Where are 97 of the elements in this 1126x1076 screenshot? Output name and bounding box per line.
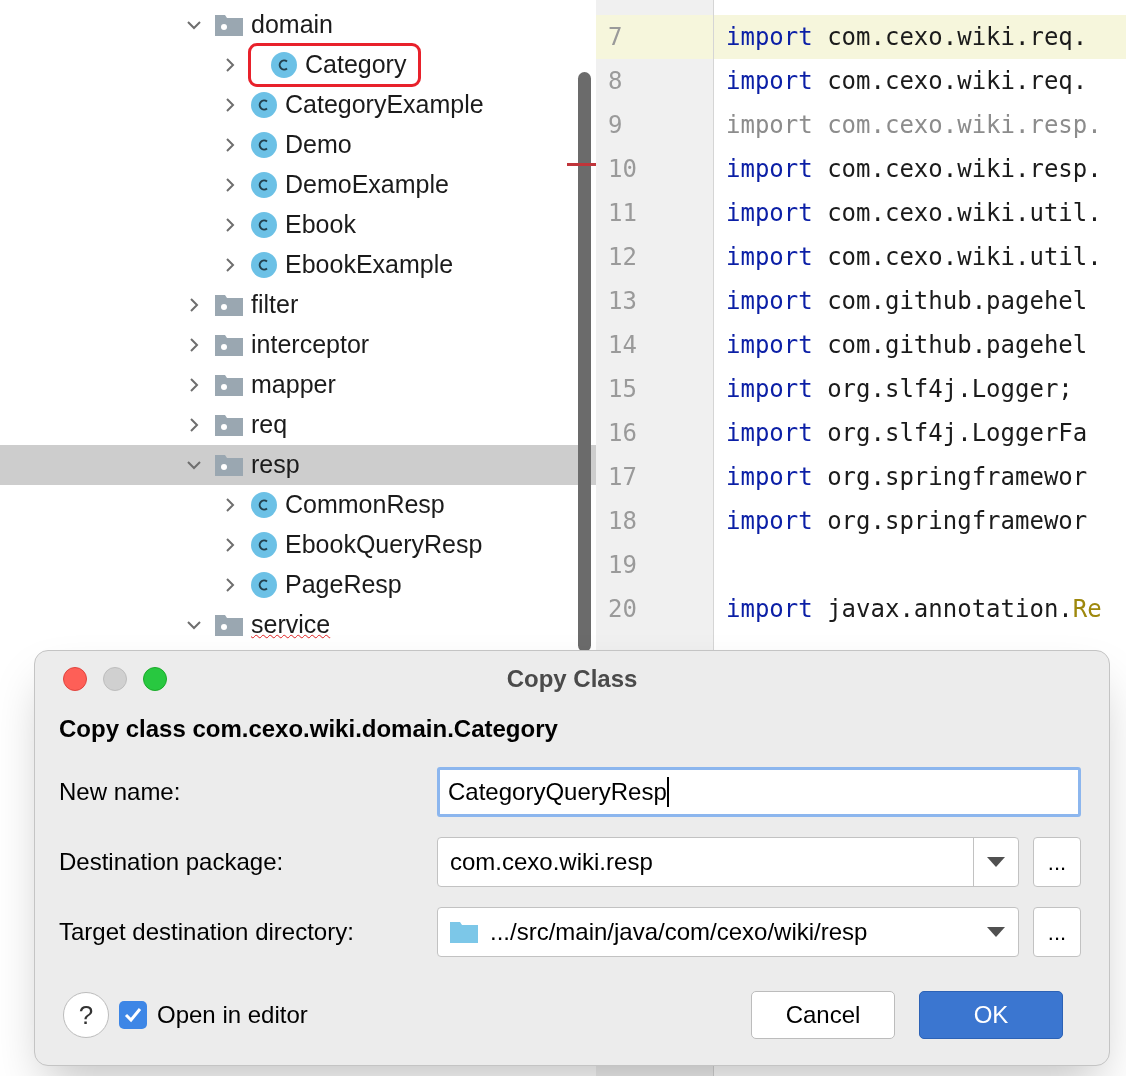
- tree-item-label: Ebook: [285, 209, 356, 241]
- line-number: 10: [608, 154, 637, 185]
- class-icon: [271, 52, 297, 78]
- code-line: import org.springframewor: [726, 506, 1088, 537]
- folder-icon: [215, 454, 243, 476]
- class-tree-item[interactable]: DemoExample: [0, 165, 596, 205]
- tree-item-label: DemoExample: [285, 169, 449, 201]
- tree-item-label: resp: [251, 449, 300, 481]
- class-icon: [251, 572, 277, 598]
- class-icon: [251, 252, 277, 278]
- scrollbar-thumb[interactable]: [578, 72, 591, 652]
- checkmark-icon: [124, 1007, 142, 1023]
- folder-icon: [215, 14, 243, 36]
- field-label: Destination package:: [59, 847, 285, 877]
- line-number: 18: [608, 506, 637, 537]
- line-number: 19: [608, 550, 637, 581]
- class-tree-item[interactable]: EbookQueryResp: [0, 525, 596, 565]
- tree-item-label: PageResp: [285, 569, 402, 601]
- line-number: 11: [608, 198, 637, 229]
- dropdown-arrow-icon: [986, 926, 1006, 938]
- error-stripe-mark: [567, 163, 596, 166]
- code-line: import com.github.pagehel: [726, 330, 1088, 361]
- checkbox[interactable]: [119, 1001, 147, 1029]
- line-number: 7: [608, 22, 623, 53]
- ok-button[interactable]: OK: [919, 991, 1063, 1039]
- class-icon: [251, 212, 277, 238]
- dialog-heading: Copy class com.cexo.wiki.domain.Category: [59, 714, 558, 744]
- code-line: import com.cexo.wiki.util.: [726, 242, 1102, 273]
- code-line: import javax.annotation.Re: [726, 594, 1102, 625]
- folder-tree-item[interactable]: service: [0, 605, 596, 645]
- code-line: import com.cexo.wiki.util.: [726, 198, 1102, 229]
- browse-button[interactable]: ...: [1033, 837, 1081, 887]
- class-icon: [251, 92, 277, 118]
- line-number: 20: [608, 594, 637, 625]
- dialog-title: Copy Class: [506, 664, 638, 694]
- tree-item-label: interceptor: [251, 329, 370, 361]
- code-line: import com.github.pagehel: [726, 286, 1088, 317]
- class-tree-item[interactable]: Demo: [0, 125, 596, 165]
- field-label: New name:: [59, 777, 182, 807]
- line-number: 8: [608, 66, 623, 97]
- class-tree-item[interactable]: CategoryExample: [0, 85, 596, 125]
- folder-icon: [215, 294, 243, 316]
- class-tree-item[interactable]: Category: [0, 45, 596, 85]
- folder-tree-item[interactable]: mapper: [0, 365, 596, 405]
- directory-combo-box[interactable]: .../src/main/java/com/cexo/wiki/resp: [437, 907, 1019, 957]
- folder-tree-item[interactable]: interceptor: [0, 325, 596, 365]
- tree-item-label: req: [251, 409, 288, 441]
- line-number: 16: [608, 418, 637, 449]
- tree-item-label: Demo: [285, 129, 352, 161]
- tree-item-label: EbookExample: [285, 249, 454, 281]
- folder-icon: [215, 614, 243, 636]
- class-icon: [251, 172, 277, 198]
- class-tree-item[interactable]: Ebook: [0, 205, 596, 245]
- browse-button[interactable]: ...: [1033, 907, 1081, 957]
- folder-tree-item[interactable]: filter: [0, 285, 596, 325]
- code-line: import org.springframewor: [726, 462, 1088, 493]
- help-button[interactable]: ?: [63, 992, 109, 1038]
- folder-icon: [215, 334, 243, 356]
- class-tree-item[interactable]: PageResp: [0, 565, 596, 605]
- new-name-field[interactable]: CategoryQueryResp: [437, 767, 1081, 817]
- cancel-button[interactable]: Cancel: [751, 991, 895, 1039]
- code-line: import org.slf4j.LoggerFa: [726, 418, 1088, 449]
- code-line: import com.cexo.wiki.req.: [726, 66, 1088, 97]
- package-combo-box[interactable]: com.cexo.wiki.resp: [437, 837, 1019, 887]
- tree-item-label: service: [251, 609, 331, 641]
- dropdown-arrow-icon: [986, 856, 1006, 868]
- tree-item-label: domain: [251, 9, 333, 41]
- field-label: Target destination directory:: [59, 917, 355, 947]
- class-icon: [251, 492, 277, 518]
- class-icon: [251, 532, 277, 558]
- line-number: 14: [608, 330, 637, 361]
- checkbox-label: Open in editor: [157, 1000, 308, 1030]
- class-icon: [251, 132, 277, 158]
- folder-tree-item[interactable]: domain: [0, 5, 596, 45]
- tree-item-label: Category: [305, 49, 407, 81]
- code-line: import com.cexo.wiki.resp.: [726, 154, 1102, 185]
- folder-icon: [450, 921, 478, 943]
- folder-tree-item[interactable]: req: [0, 405, 596, 445]
- tree-item-label: mapper: [251, 369, 336, 401]
- code-line: import com.cexo.wiki.resp.: [726, 110, 1102, 141]
- class-tree-item[interactable]: CommonResp: [0, 485, 596, 525]
- line-number: 9: [608, 110, 623, 141]
- folder-tree-item[interactable]: resp: [0, 445, 596, 485]
- code-line: import org.slf4j.Logger;: [726, 374, 1073, 405]
- tree-item-label: CommonResp: [285, 489, 445, 521]
- code-line: import com.cexo.wiki.req.: [726, 22, 1088, 53]
- line-number: 17: [608, 462, 637, 493]
- class-tree-item[interactable]: EbookExample: [0, 245, 596, 285]
- tree-item-label: CategoryExample: [285, 89, 484, 121]
- folder-icon: [215, 414, 243, 436]
- folder-icon: [215, 374, 243, 396]
- line-number: 13: [608, 286, 637, 317]
- tree-item-label: filter: [251, 289, 299, 321]
- close-button[interactable]: [63, 667, 87, 691]
- line-number: 12: [608, 242, 637, 273]
- line-number: 15: [608, 374, 637, 405]
- tree-item-label: EbookQueryResp: [285, 529, 483, 561]
